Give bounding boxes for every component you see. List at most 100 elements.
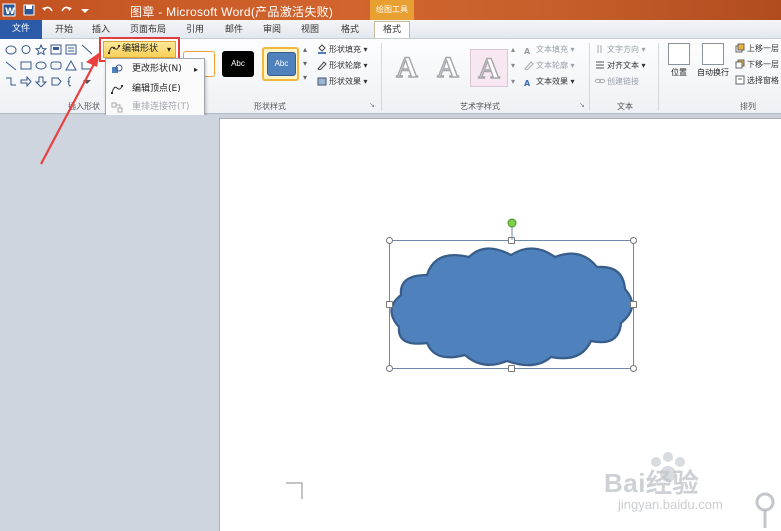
style-gallery-up-icon[interactable]: ▴ xyxy=(303,44,313,56)
align-text-button[interactable]: 对齐文本 ▾ xyxy=(595,60,646,72)
create-link-button[interactable]: 创建链接 xyxy=(595,76,639,88)
gallery-more-icon[interactable] xyxy=(81,76,93,87)
menu-item-change-shape[interactable]: 更改形状(N) ▸ xyxy=(106,60,204,79)
tab-view[interactable]: 视图 xyxy=(301,22,319,39)
cloud-shape-icon[interactable] xyxy=(5,44,17,55)
picture-shape-icon[interactable] xyxy=(50,44,62,55)
resize-handle-bottom-left[interactable] xyxy=(386,365,393,372)
shape-effects-button[interactable]: 形状效果 ▾ xyxy=(317,76,368,88)
watermark-brand: Bai经验 xyxy=(604,468,699,498)
resize-handle-bottom[interactable] xyxy=(508,365,515,372)
line-shape-icon[interactable] xyxy=(81,44,93,55)
customize-qat-icon[interactable] xyxy=(78,3,92,17)
elbow-connector-icon[interactable] xyxy=(5,76,17,87)
text-outline-label: 文本轮廓 xyxy=(536,61,568,70)
position-button[interactable]: 位置 xyxy=(662,43,696,93)
curly-brace-shape-icon[interactable] xyxy=(65,76,77,87)
selection-pane-button[interactable]: 选择窗格 xyxy=(735,75,779,87)
diagonal-line-icon[interactable] xyxy=(5,60,17,71)
bring-forward-button[interactable]: 上移一层 xyxy=(735,43,779,55)
wordart-gallery-more-icon[interactable]: ▾ xyxy=(511,76,515,88)
resize-handle-right[interactable] xyxy=(630,301,637,308)
shape-effects-label: 形状效果 xyxy=(329,77,361,86)
tab-references[interactable]: 引用 xyxy=(186,22,204,39)
shape-fill-label: 形状填充 xyxy=(329,45,361,54)
shape-style-blue-selected[interactable]: Abc xyxy=(262,47,299,81)
text-group-label: 文本 xyxy=(617,102,633,111)
selection-pane-label: 选择窗格 xyxy=(747,76,779,85)
position-icon xyxy=(668,43,690,65)
shape-style-blue-sample: Abc xyxy=(267,52,296,76)
send-backward-label: 下移一层 xyxy=(747,60,779,69)
text-outline-icon xyxy=(524,60,534,71)
resize-handle-bottom-right[interactable] xyxy=(630,365,637,372)
shape-style-black[interactable]: Abc xyxy=(222,51,254,77)
connector-shape-icon[interactable] xyxy=(81,60,93,71)
style-gallery-down-icon[interactable]: ▾ xyxy=(303,58,313,70)
word-app-icon[interactable]: W xyxy=(2,3,16,17)
textbox-shape-icon[interactable] xyxy=(65,44,77,55)
tab-mailings[interactable]: 邮件 xyxy=(225,22,243,39)
redo-icon[interactable] xyxy=(60,3,74,17)
wordart-style-1[interactable]: A xyxy=(388,49,426,87)
pentagon-shape-icon[interactable] xyxy=(50,76,62,87)
reroute-connectors-icon xyxy=(111,102,123,113)
right-arrow-shape-icon[interactable] xyxy=(20,76,32,87)
cloud-shape[interactable] xyxy=(385,243,638,370)
shape-fill-button[interactable]: 形状填充 ▾ xyxy=(317,44,368,56)
tab-home[interactable]: 开始 xyxy=(55,22,73,39)
send-backward-icon xyxy=(735,59,745,69)
resize-handle-top-right[interactable] xyxy=(630,237,637,244)
triangle-shape-icon[interactable] xyxy=(65,60,77,71)
shape-effects-icon xyxy=(317,76,327,86)
pen-outline-icon xyxy=(317,60,327,71)
text-fill-button[interactable]: A 文本填充 ▾ xyxy=(524,44,575,56)
send-backward-button[interactable]: 下移一层 xyxy=(735,59,779,71)
margin-corner-mark xyxy=(286,482,303,499)
rotate-handle[interactable] xyxy=(506,218,518,240)
wordart-gallery-up-icon[interactable]: ▴ xyxy=(511,44,515,56)
svg-text:W: W xyxy=(5,7,15,17)
bring-forward-label: 上移一层 xyxy=(747,44,779,53)
oval-shape-icon[interactable] xyxy=(35,60,47,71)
rounded-rect-shape-icon[interactable] xyxy=(50,60,62,71)
save-icon[interactable] xyxy=(22,3,36,17)
tab-drawing-format[interactable]: 格式 xyxy=(374,21,411,38)
down-arrow-shape-icon[interactable] xyxy=(35,76,47,87)
window-title: 图章 - Microsoft Word(产品激活失败) xyxy=(130,5,334,19)
change-shape-icon xyxy=(111,64,123,75)
shape-outline-button[interactable]: 形状轮廓 ▾ xyxy=(317,60,368,72)
submenu-arrow-icon: ▸ xyxy=(193,65,198,74)
tab-review[interactable]: 审阅 xyxy=(263,22,281,39)
text-fill-label: 文本填充 xyxy=(536,45,568,54)
tab-file[interactable]: 文件 xyxy=(0,20,42,39)
wordart-group-label: 艺术字样式 xyxy=(460,102,500,111)
text-outline-button[interactable]: 文本轮廓 ▾ xyxy=(524,60,575,72)
undo-icon[interactable] xyxy=(40,3,54,17)
paint-bucket-icon xyxy=(317,44,327,54)
star-shape-icon[interactable] xyxy=(35,44,47,55)
shape-outline-label: 形状轮廓 xyxy=(329,61,361,70)
resize-handle-top-left[interactable] xyxy=(386,237,393,244)
wordart-gallery-down-icon[interactable]: ▾ xyxy=(511,60,515,72)
style-gallery-more-icon[interactable]: ▾ xyxy=(303,72,313,84)
edit-shape-menu: 更改形状(N) ▸ 编辑顶点(E) 重排连接符(T) xyxy=(105,58,205,117)
gear-shape-icon[interactable] xyxy=(20,44,32,55)
shape-styles-launcher-icon[interactable]: ↘ xyxy=(369,99,375,111)
tab-format[interactable]: 格式 xyxy=(341,22,359,39)
text-effects-icon: A xyxy=(524,79,531,88)
text-direction-button[interactable]: 文字方向 ▾ xyxy=(595,44,646,56)
rectangle-shape-icon[interactable] xyxy=(20,60,32,71)
resize-handle-left[interactable] xyxy=(386,301,393,308)
menu-item-edit-points[interactable]: 编辑顶点(E) xyxy=(106,80,204,99)
text-effects-label: 文本效果 xyxy=(536,77,568,86)
insert-shapes-group-label: 插入形状 xyxy=(68,102,100,111)
wordart-style-3[interactable]: A xyxy=(470,49,508,87)
watermark-url: jingyan.baidu.com xyxy=(618,497,723,512)
arrange-group-label: 排列 xyxy=(740,102,756,111)
wrap-text-button[interactable]: 自动换行 xyxy=(695,43,731,93)
menu-item-label: 更改形状(N) xyxy=(132,64,182,74)
wordart-launcher-icon[interactable]: ↘ xyxy=(579,99,585,111)
text-effects-button[interactable]: A 文本效果 ▾ xyxy=(524,76,575,88)
wordart-style-2[interactable]: A xyxy=(429,49,467,87)
